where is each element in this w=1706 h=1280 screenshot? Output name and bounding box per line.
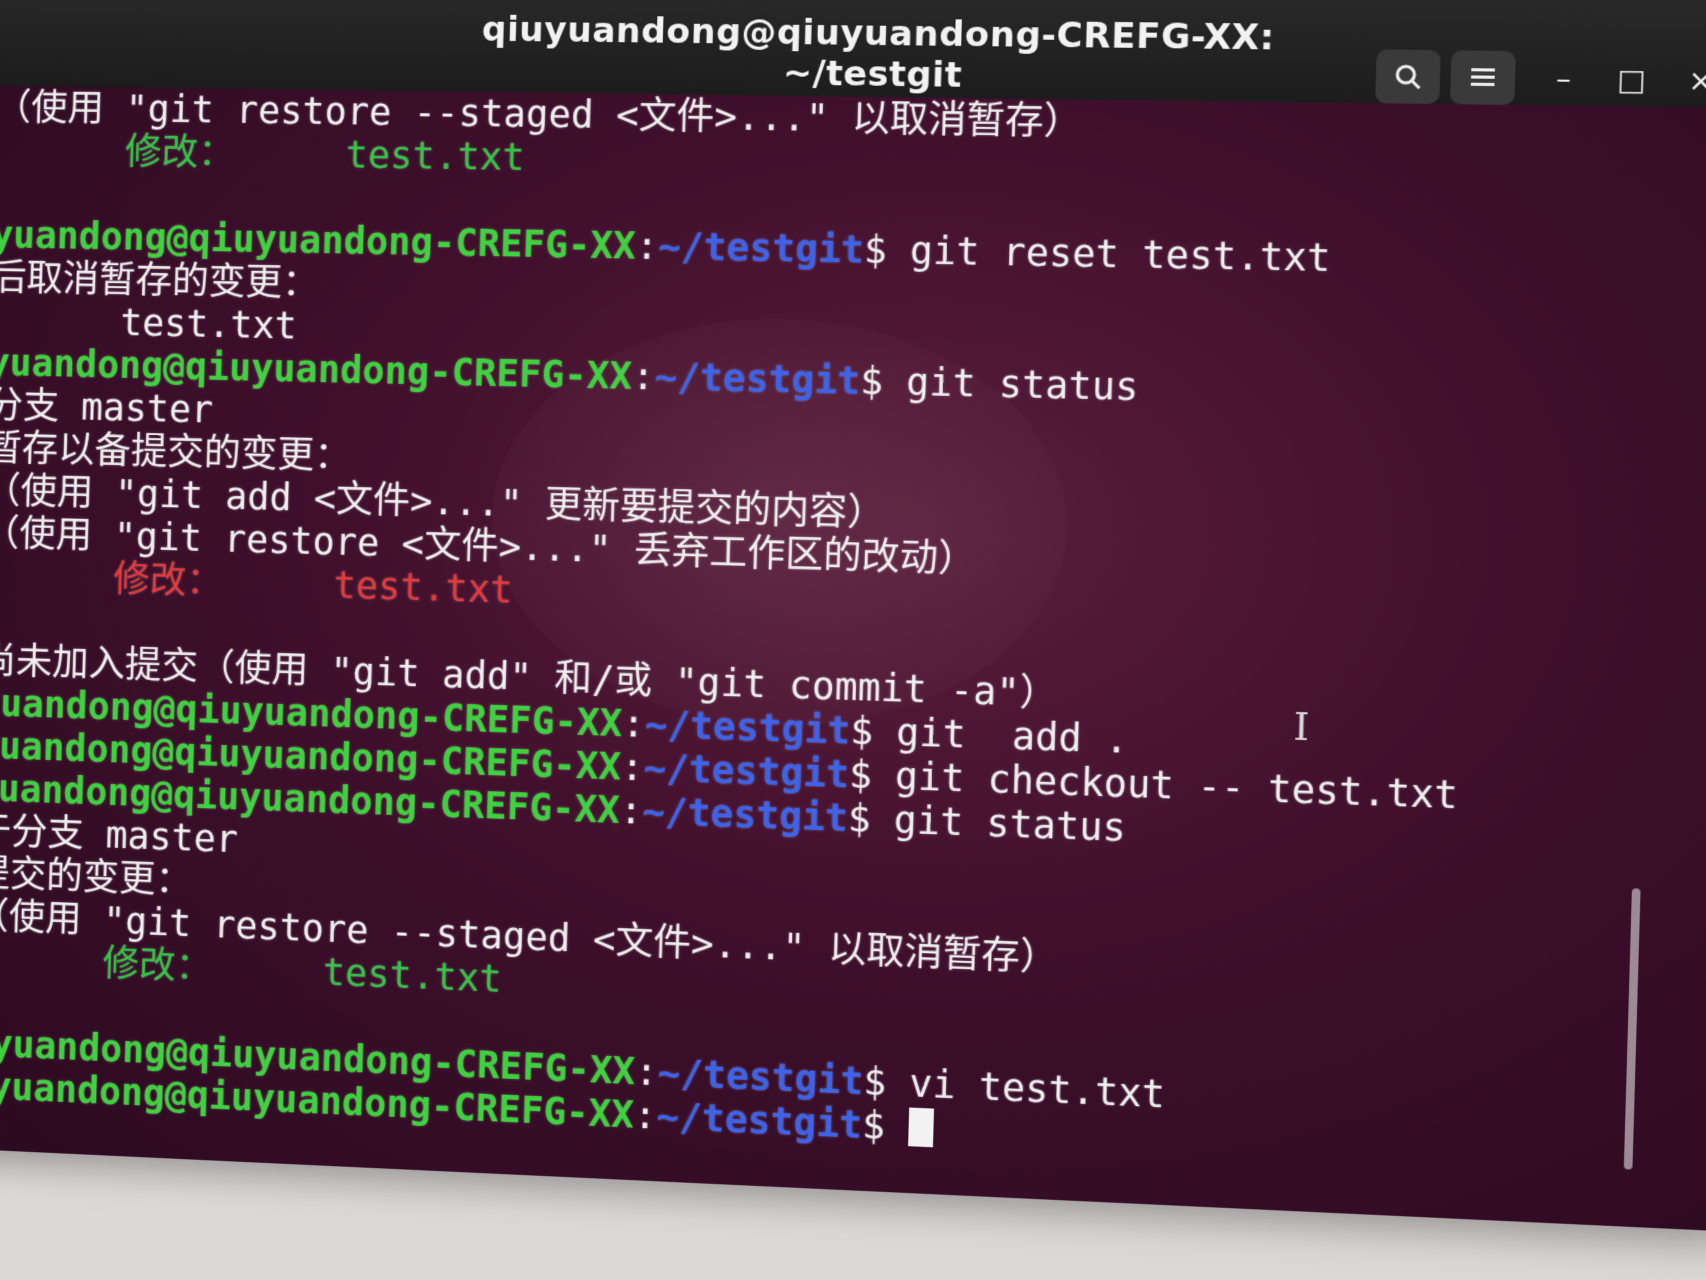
terminal-text: 提交的变更：	[0, 851, 193, 903]
terminal-text: 分支 master	[0, 383, 214, 432]
menu-button[interactable]	[1449, 50, 1516, 106]
terminal-text: :	[631, 354, 656, 399]
mouse-ibeam-cursor-icon: I	[1292, 703, 1311, 750]
search-icon	[1393, 62, 1424, 91]
hamburger-menu-icon	[1470, 68, 1495, 87]
window-title: qiuyuandong@qiuyuandong-CREFG-XX: ~/test…	[481, 9, 1276, 96]
prompt-path: ~/testgit	[644, 702, 851, 753]
status-file: 修改： test.txt	[0, 128, 526, 180]
terminal-text: :	[633, 1093, 658, 1138]
text-cursor	[907, 1107, 934, 1148]
terminal-output[interactable]: （使用 "git restore --staged <文件>..." 以取消暂存…	[0, 86, 1706, 1232]
terminal-text: :	[620, 745, 645, 790]
prompt-path: ~/testgit	[654, 355, 861, 404]
terminal-window: qiuyuandong@qiuyuandong-CREFG-XX: ~/test…	[0, 0, 1706, 1232]
terminal-text: :	[635, 224, 659, 269]
prompt-path: ~/testgit	[643, 746, 850, 797]
prompt-path: ~/testgit	[657, 224, 865, 272]
maximize-button[interactable]: □	[1598, 52, 1665, 107]
terminal-text: test.txt	[0, 298, 298, 348]
terminal-text: $ git reset test.txt	[863, 228, 1332, 281]
terminal-text: :	[634, 1049, 659, 1095]
close-button[interactable]: ×	[1668, 53, 1706, 108]
terminal-text: :	[619, 788, 644, 833]
terminal-text: $	[861, 1103, 909, 1150]
minimize-button[interactable]: –	[1530, 51, 1596, 106]
terminal-text: :	[621, 701, 646, 747]
terminal-text: $ git status	[859, 359, 1140, 410]
prompt-path: ~/testgit	[641, 789, 849, 841]
prompt-path: ~/testgit	[655, 1094, 863, 1148]
terminal-text: 后取消暂存的变更：	[0, 256, 320, 305]
search-button[interactable]	[1375, 49, 1441, 105]
photo-of-screen: qiuyuandong@qiuyuandong-CREFG-XX: ~/test…	[0, 0, 1706, 1280]
